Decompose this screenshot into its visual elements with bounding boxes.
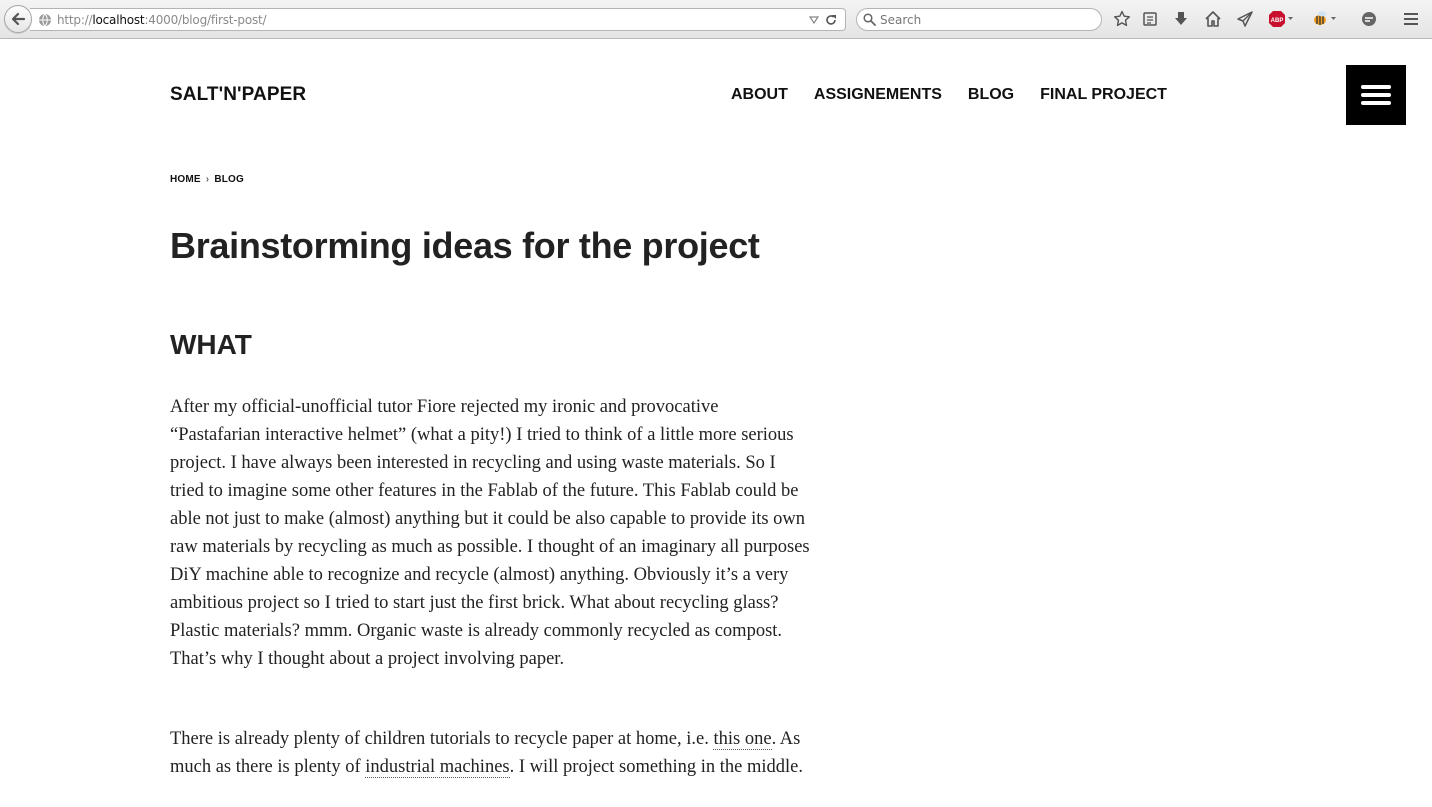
section-heading: WHAT	[170, 329, 252, 360]
reload-icon[interactable]	[824, 13, 838, 27]
breadcrumb-home[interactable]: HOME	[170, 174, 201, 185]
search-icon	[863, 13, 876, 26]
url-path: :4000/blog/first-post/	[144, 13, 267, 27]
search-bar[interactable]	[856, 8, 1102, 31]
svg-text:ABP: ABP	[1271, 18, 1284, 24]
globe-icon	[39, 13, 51, 27]
main-nav: ABOUT ASSIGNEMENTS BLOG FINAL PROJECT	[731, 86, 1193, 104]
post-paragraph-1: After my official-unofficial tutor Fiore…	[170, 397, 810, 669]
post-title: Brainstorming ideas for the project	[170, 225, 760, 266]
adblock-icon[interactable]: ABP	[1268, 10, 1294, 28]
nav-item-blog[interactable]: BLOG	[968, 86, 1014, 104]
bee-extension-icon[interactable]	[1311, 10, 1337, 28]
url-prefix: http://	[57, 13, 93, 27]
url-bar[interactable]: http://localhost:4000/blog/first-post/	[30, 8, 846, 31]
chat-icon[interactable]	[1360, 10, 1378, 28]
reader-icon[interactable]	[1141, 10, 1159, 28]
hamburger-menu-button[interactable]	[1346, 65, 1406, 125]
browser-toolbar: http://localhost:4000/blog/first-post/ S…	[0, 0, 1432, 39]
nav-item-assignements[interactable]: ASSIGNEMENTS	[814, 86, 942, 104]
breadcrumb-separator: ›	[205, 174, 210, 185]
link-industrial-machines[interactable]: industrial machines	[365, 757, 510, 778]
menu-icon[interactable]	[1402, 10, 1420, 28]
paragraph-2-text-a: There is already plenty of children tuto…	[170, 729, 714, 749]
back-button[interactable]	[4, 5, 32, 33]
url-host: localhost	[92, 13, 145, 27]
send-icon[interactable]	[1236, 10, 1254, 28]
nav-item-final-project[interactable]: FINAL PROJECT	[1040, 86, 1167, 104]
nav-item-about[interactable]: ABOUT	[731, 86, 788, 104]
breadcrumb: HOME › BLOG	[170, 174, 244, 185]
search-input[interactable]	[880, 11, 1090, 28]
home-icon[interactable]	[1204, 10, 1222, 28]
back-icon	[11, 12, 26, 26]
star-icon[interactable]	[1113, 10, 1131, 28]
link-this-one[interactable]: this one	[713, 729, 772, 750]
breadcrumb-blog[interactable]: BLOG	[214, 174, 244, 185]
paragraph-2-text-c: . I will project something in the middle…	[509, 757, 803, 777]
hamburger-icon	[1361, 85, 1391, 105]
download-icon[interactable]	[1172, 10, 1190, 28]
post-paragraph-2: There is already plenty of children tuto…	[170, 725, 810, 781]
dropdown-icon[interactable]	[808, 14, 820, 26]
url-text[interactable]: http://localhost:4000/blog/first-post/	[57, 13, 267, 27]
site-title[interactable]: SALT'N'PAPER	[170, 84, 306, 106]
